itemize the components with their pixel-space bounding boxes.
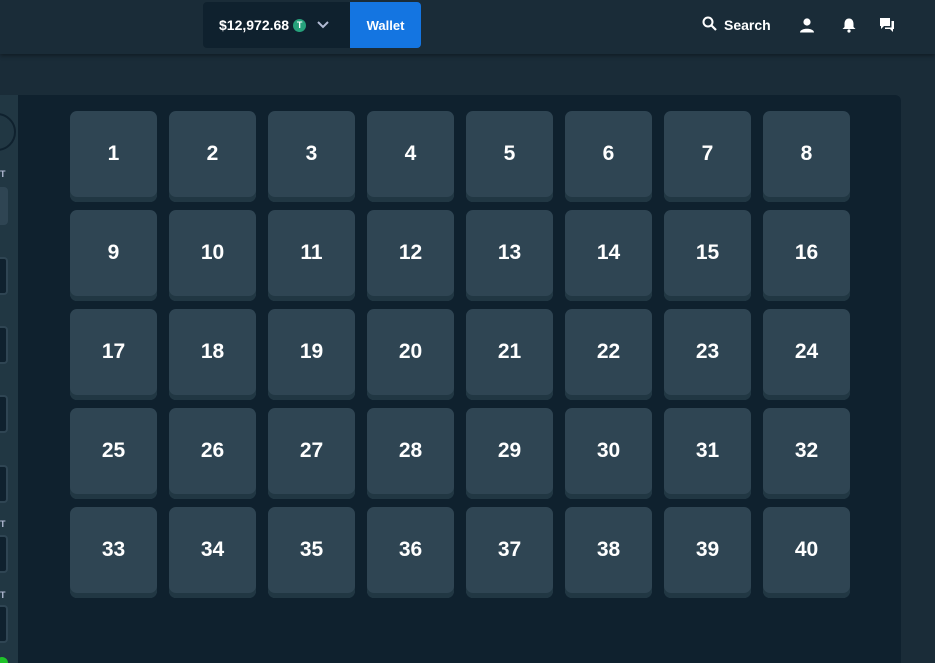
- keno-tile[interactable]: 17: [70, 309, 157, 400]
- keno-tile[interactable]: 39: [664, 507, 751, 598]
- keno-tile[interactable]: 27: [268, 408, 355, 499]
- keno-tile[interactable]: 12: [367, 210, 454, 301]
- keno-tile[interactable]: 2: [169, 111, 256, 202]
- keno-tile[interactable]: 7: [664, 111, 751, 202]
- keno-tile[interactable]: 36: [367, 507, 454, 598]
- bet-settings-sidebar: T T T: [0, 95, 18, 663]
- keno-tile[interactable]: 21: [466, 309, 553, 400]
- sidebar-label: T: [0, 590, 6, 600]
- keno-tile[interactable]: 40: [763, 507, 850, 598]
- chat-icon[interactable]: [878, 16, 896, 34]
- top-bar: $12,972.68 T Wallet Search: [0, 0, 935, 54]
- sidebar-label: T: [0, 519, 6, 529]
- keno-tile[interactable]: 16: [763, 210, 850, 301]
- balance-amount: $12,972.68: [219, 17, 290, 33]
- mode-toggle[interactable]: [0, 113, 16, 151]
- status-dot: [0, 657, 8, 663]
- keno-tile[interactable]: 10: [169, 210, 256, 301]
- sidebar-field[interactable]: [0, 326, 8, 364]
- wallet-button[interactable]: Wallet: [350, 2, 421, 48]
- keno-tile[interactable]: 9: [70, 210, 157, 301]
- sidebar-field[interactable]: [0, 395, 8, 433]
- keno-tile[interactable]: 30: [565, 408, 652, 499]
- keno-tile[interactable]: 13: [466, 210, 553, 301]
- keno-tile[interactable]: 33: [70, 507, 157, 598]
- balance-selector[interactable]: $12,972.68 T: [203, 2, 351, 48]
- keno-tile[interactable]: 19: [268, 309, 355, 400]
- keno-tile[interactable]: 8: [763, 111, 850, 202]
- keno-tile[interactable]: 34: [169, 507, 256, 598]
- search-icon: [702, 16, 717, 34]
- tile-grid: 1 2 3 4 5 6 7 8 9 10 11 12 13 14 15 16 17 18 19 20 21 22 23 24 2…: [70, 111, 850, 598]
- keno-tile[interactable]: 5: [466, 111, 553, 202]
- sub-header: [0, 54, 935, 95]
- sidebar-field[interactable]: [0, 535, 8, 573]
- keno-tile[interactable]: 1: [70, 111, 157, 202]
- keno-tile[interactable]: 31: [664, 408, 751, 499]
- keno-tile[interactable]: 20: [367, 309, 454, 400]
- keno-tile[interactable]: 4: [367, 111, 454, 202]
- search-label: Search: [724, 17, 771, 33]
- keno-tile[interactable]: 11: [268, 210, 355, 301]
- keno-tile[interactable]: 15: [664, 210, 751, 301]
- keno-tile[interactable]: 25: [70, 408, 157, 499]
- keno-tile[interactable]: 18: [169, 309, 256, 400]
- keno-board: 1 2 3 4 5 6 7 8 9 10 11 12 13 14 15 16 17 18 19 20 21 22 23 24 2…: [18, 95, 901, 663]
- sidebar-field[interactable]: [0, 257, 8, 295]
- sidebar-field[interactable]: [0, 465, 8, 503]
- keno-tile[interactable]: 3: [268, 111, 355, 202]
- search-button[interactable]: Search: [702, 15, 771, 35]
- bell-icon[interactable]: [840, 16, 858, 34]
- keno-tile[interactable]: 23: [664, 309, 751, 400]
- keno-tile[interactable]: 38: [565, 507, 652, 598]
- tether-coin-icon: T: [293, 18, 307, 32]
- keno-tile[interactable]: 35: [268, 507, 355, 598]
- keno-tile[interactable]: 32: [763, 408, 850, 499]
- user-icon[interactable]: [798, 16, 816, 34]
- chevron-down-icon: [317, 21, 329, 29]
- keno-tile[interactable]: 22: [565, 309, 652, 400]
- keno-tile[interactable]: 28: [367, 408, 454, 499]
- keno-tile[interactable]: 26: [169, 408, 256, 499]
- keno-tile[interactable]: 29: [466, 408, 553, 499]
- sidebar-field[interactable]: [0, 605, 8, 643]
- keno-tile[interactable]: 37: [466, 507, 553, 598]
- sidebar-label: T: [0, 169, 6, 179]
- bet-amount-field[interactable]: [0, 187, 8, 225]
- keno-tile[interactable]: 24: [763, 309, 850, 400]
- keno-tile[interactable]: 6: [565, 111, 652, 202]
- keno-tile[interactable]: 14: [565, 210, 652, 301]
